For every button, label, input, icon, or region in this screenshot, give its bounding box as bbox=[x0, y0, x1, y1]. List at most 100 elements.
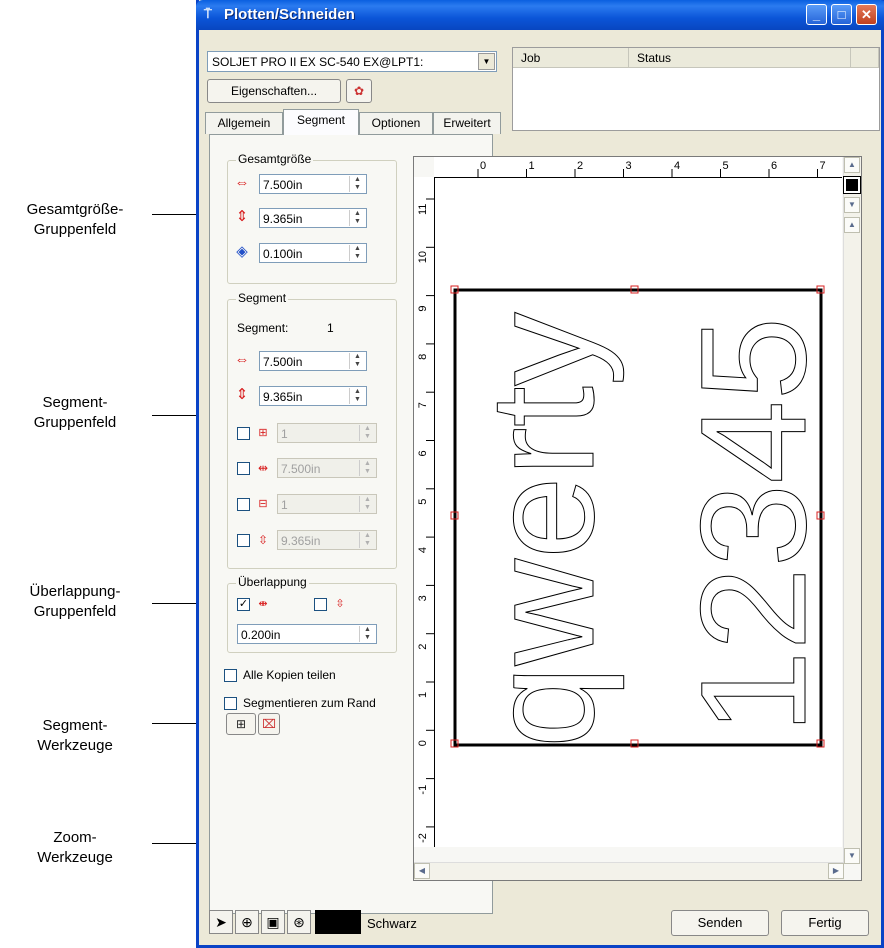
color-swatch[interactable] bbox=[315, 910, 361, 934]
ruler-tick-label: 5 bbox=[723, 160, 729, 172]
spinner-arrows-icon[interactable]: ▲ ▼ bbox=[359, 460, 375, 476]
total-height-input[interactable]: 9.365in ▲ ▼ bbox=[259, 208, 367, 228]
title-bar[interactable]: ⍑ Plotten/Schneiden _ □ ✕ bbox=[196, 0, 884, 30]
callout-overlap: Überlappung- Gruppenfeld bbox=[0, 582, 150, 622]
width-arrows-icon: ⇔ bbox=[234, 174, 250, 191]
overlap-horizontal-checkbox[interactable]: ✓ bbox=[237, 598, 250, 611]
columns-input[interactable]: 1 ▲ ▼ bbox=[277, 423, 377, 443]
segment-to-edge-checkbox[interactable] bbox=[224, 697, 237, 710]
segment-width-value: 7.500in bbox=[263, 355, 303, 369]
done-button[interactable]: Fertig bbox=[781, 910, 869, 936]
ruler-ticks: 11109876543210-1-2 bbox=[417, 198, 434, 843]
spinner-arrows-icon[interactable]: ▲ ▼ bbox=[349, 176, 365, 192]
column-width-checkbox[interactable] bbox=[237, 462, 250, 475]
spinner-arrows-icon[interactable]: ▲ ▼ bbox=[349, 210, 365, 226]
segment-width-input[interactable]: 7.500in ▲ ▼ bbox=[259, 351, 367, 371]
share-copies-label: Alle Kopien teilen bbox=[243, 668, 336, 682]
overlap-horizontal-icon: ⇼ bbox=[258, 598, 268, 610]
spinner-arrows-icon[interactable]: ▲ ▼ bbox=[349, 353, 365, 369]
overlap-input[interactable]: 0.200in ▲ ▼ bbox=[237, 624, 377, 644]
columns-icon: ⊞ bbox=[258, 427, 268, 439]
scroll-right-icon[interactable]: ▶ bbox=[828, 863, 844, 879]
status-column-header[interactable]: Status bbox=[629, 48, 851, 68]
segment-tool-button[interactable]: ⊞ bbox=[226, 713, 256, 735]
send-button[interactable]: Senden bbox=[671, 910, 769, 936]
callout-line-2: Gruppenfeld bbox=[33, 414, 117, 431]
total-width-input[interactable]: 7.500in ▲ ▼ bbox=[259, 174, 367, 194]
columns-checkbox[interactable] bbox=[237, 427, 250, 440]
spinner-arrows-icon[interactable]: ▲ ▼ bbox=[349, 245, 365, 261]
total-height-value: 9.365in bbox=[263, 212, 303, 226]
ruler-tick-label: 11 bbox=[417, 204, 429, 215]
design-canvas[interactable]: qwerty 12345 bbox=[435, 178, 842, 847]
ruler-tick-label: 5 bbox=[417, 499, 429, 505]
ruler-tick-label: 1 bbox=[529, 160, 535, 172]
callout-line-1: Zoom- bbox=[53, 829, 97, 846]
page-indicator-icon[interactable] bbox=[843, 176, 861, 194]
job-list[interactable]: Job Status bbox=[512, 47, 880, 131]
minimize-button[interactable]: _ bbox=[806, 4, 827, 25]
share-copies-checkbox[interactable] bbox=[224, 669, 237, 682]
pointer-tool-icon[interactable]: ➤ bbox=[209, 910, 233, 934]
ruler-ticks: 0 1 2 3 4 5 6 7 bbox=[477, 160, 826, 177]
extra-column-header bbox=[851, 48, 879, 68]
segment-height-value: 9.365in bbox=[263, 390, 303, 404]
total-width-value: 7.500in bbox=[263, 178, 303, 192]
column-width-input[interactable]: 7.500in ▲ ▼ bbox=[277, 458, 377, 478]
total-margin-value: 0.100in bbox=[263, 247, 303, 261]
scroll-down-icon[interactable]: ▼ bbox=[844, 848, 860, 864]
overlap-vertical-checkbox[interactable] bbox=[314, 598, 327, 611]
page-up-icon[interactable]: ▲ bbox=[844, 217, 860, 233]
chevron-down-icon[interactable]: ▼ bbox=[478, 53, 495, 70]
spinner-arrows-icon[interactable]: ▲ ▼ bbox=[359, 626, 375, 642]
row-height-input[interactable]: 9.365in ▲ ▼ bbox=[277, 530, 377, 550]
rows-input[interactable]: 1 ▲ ▼ bbox=[277, 494, 377, 514]
scroll-up-icon[interactable]: ▲ bbox=[844, 157, 860, 173]
color-settings-icon[interactable]: ✿ bbox=[346, 79, 372, 103]
callout-line-2: Werkzeuge bbox=[37, 849, 113, 866]
overlap-group: Überlappung ✓ ⇼ ⇳ 0.200in ▲ ▼ bbox=[227, 575, 397, 653]
ruler-svg: 0 1 2 3 4 5 6 7 bbox=[477, 160, 826, 177]
artwork-text-right[interactable]: 12345 bbox=[669, 316, 838, 734]
device-select-value: SOLJET PRO II EX SC-540 EX@LPT1: bbox=[212, 55, 424, 69]
ruler-tick-label: 0 bbox=[417, 740, 429, 746]
overlap-group-label: Überlappung bbox=[236, 575, 309, 589]
zoom-page-icon[interactable]: ▣ bbox=[261, 910, 285, 934]
page-down-icon[interactable]: ▼ bbox=[844, 197, 860, 213]
ruler-tick-label: 6 bbox=[771, 160, 777, 172]
segment-preview[interactable]: 01234567 11109876543210-1-2 bbox=[413, 156, 862, 881]
spinner-arrows-icon[interactable]: ▲ ▼ bbox=[359, 532, 375, 548]
device-select[interactable]: SOLJET PRO II EX SC-540 EX@LPT1: ▼ bbox=[207, 51, 497, 72]
spinner-arrows-icon[interactable]: ▲ ▼ bbox=[349, 388, 365, 404]
horizontal-scrollbar[interactable]: ◀ ▶ bbox=[414, 862, 844, 880]
zoom-in-icon[interactable]: ⊕ bbox=[235, 910, 259, 934]
tab-allgemein[interactable]: Allgemein bbox=[205, 112, 283, 134]
total-margin-input[interactable]: 0.100in ▲ ▼ bbox=[259, 243, 367, 263]
tab-optionen[interactable]: Optionen bbox=[359, 112, 433, 134]
vertical-scrollbar[interactable]: ▲ ▼ ▲ ▼ bbox=[843, 157, 861, 864]
spinner-arrows-icon[interactable]: ▲ ▼ bbox=[359, 425, 375, 441]
callout-segment: Segment- Gruppenfeld bbox=[0, 393, 150, 433]
callout-line-2: Gruppenfeld bbox=[33, 221, 117, 238]
spinner-arrows-icon[interactable]: ▲ ▼ bbox=[359, 496, 375, 512]
properties-button[interactable]: Eigenschaften... bbox=[207, 79, 341, 103]
height-arrows-icon: ⇕ bbox=[235, 208, 249, 225]
row-height-checkbox[interactable] bbox=[237, 534, 250, 547]
rows-checkbox[interactable] bbox=[237, 498, 250, 511]
segment-height-input[interactable]: 9.365in ▲ ▼ bbox=[259, 386, 367, 406]
artwork-text-left[interactable]: qwerty bbox=[460, 312, 626, 749]
scroll-left-icon[interactable]: ◀ bbox=[414, 863, 430, 879]
ruler-tick-label: 10 bbox=[417, 251, 429, 263]
ruler-tick-label: 8 bbox=[417, 354, 429, 360]
callout-line-1: Gesamtgröße- bbox=[26, 201, 124, 218]
job-column-header[interactable]: Job bbox=[513, 48, 629, 68]
close-button[interactable]: ✕ bbox=[856, 4, 877, 25]
ruler-tick-label: 1 bbox=[417, 692, 429, 698]
zoom-search-icon[interactable]: ⊛ bbox=[287, 910, 311, 934]
segment-delete-tool-button[interactable]: ⌧ bbox=[258, 713, 280, 735]
tab-erweitert[interactable]: Erweitert bbox=[433, 112, 501, 134]
ruler-tick-label: 4 bbox=[417, 547, 429, 553]
segment-group-label: Segment bbox=[236, 291, 289, 305]
maximize-button[interactable]: □ bbox=[831, 4, 852, 25]
tab-segment[interactable]: Segment bbox=[283, 109, 359, 135]
